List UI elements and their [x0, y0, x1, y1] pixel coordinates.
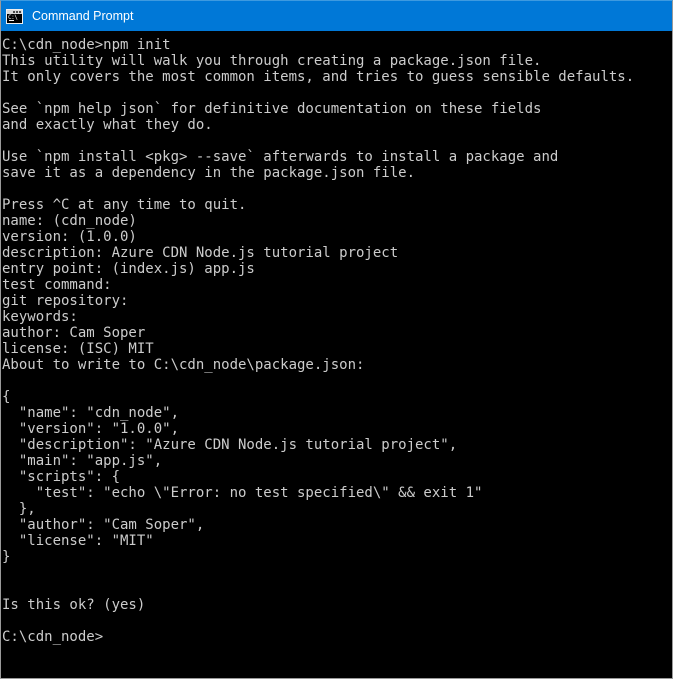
icon-cursor — [9, 19, 14, 21]
console-line: test command: — [2, 277, 112, 293]
console-line: }, — [2, 501, 36, 517]
console-line: description: Azure CDN Node.js tutorial … — [2, 245, 399, 261]
console-line: Is this ok? (yes) — [2, 597, 146, 613]
console-output-area[interactable]: C:\cdn_node>npm init This utility will wa… — [1, 31, 672, 678]
console-line: license: (ISC) MIT — [2, 341, 154, 357]
console-line: save it as a dependency in the package.j… — [2, 165, 416, 181]
console-line: Press ^C at any time to quit. — [2, 197, 247, 213]
console-line: C:\cdn_node> — [2, 629, 104, 645]
console-line: About to write to C:\cdn_node\package.js… — [2, 357, 365, 373]
console-line: git repository: — [2, 293, 129, 309]
command-prompt-window[interactable]: C:\ Command Prompt C:\cdn_node>npm init T… — [0, 0, 673, 679]
console-line: "version": "1.0.0", — [2, 421, 180, 437]
console-line: entry point: (index.js) app.js — [2, 261, 255, 277]
console-line: It only covers the most common items, an… — [2, 69, 635, 85]
console-line: } — [2, 549, 11, 565]
console-line: Use `npm install <pkg> --save` afterward… — [2, 149, 559, 165]
title-bar[interactable]: C:\ Command Prompt — [1, 1, 672, 31]
console-line: "test": "echo \"Error: no test specified… — [2, 485, 483, 501]
console-line: This utility will walk you through creat… — [2, 53, 542, 69]
console-line: "author": "Cam Soper", — [2, 517, 205, 533]
command-prompt-icon: C:\ — [6, 8, 23, 24]
console-line: name: (cdn_node) — [2, 213, 137, 229]
console-line: "name": "cdn_node", — [2, 405, 180, 421]
console-line: keywords: — [2, 309, 78, 325]
console-line: and exactly what they do. — [2, 117, 213, 133]
console-line: See `npm help json` for definitive docum… — [2, 101, 542, 117]
console-line: { — [2, 389, 11, 405]
console-line: "scripts": { — [2, 469, 121, 485]
console-line: "description": "Azure CDN Node.js tutori… — [2, 437, 458, 453]
console-line: author: Cam Soper — [2, 325, 146, 341]
console-line: "license": "MIT" — [2, 533, 154, 549]
console-text: C:\cdn_node>npm init This utility will wa… — [2, 37, 672, 645]
window-title: Command Prompt — [32, 8, 134, 23]
console-line: C:\cdn_node>npm init — [2, 37, 171, 53]
console-line: version: (1.0.0) — [2, 229, 137, 245]
console-line: "main": "app.js", — [2, 453, 163, 469]
